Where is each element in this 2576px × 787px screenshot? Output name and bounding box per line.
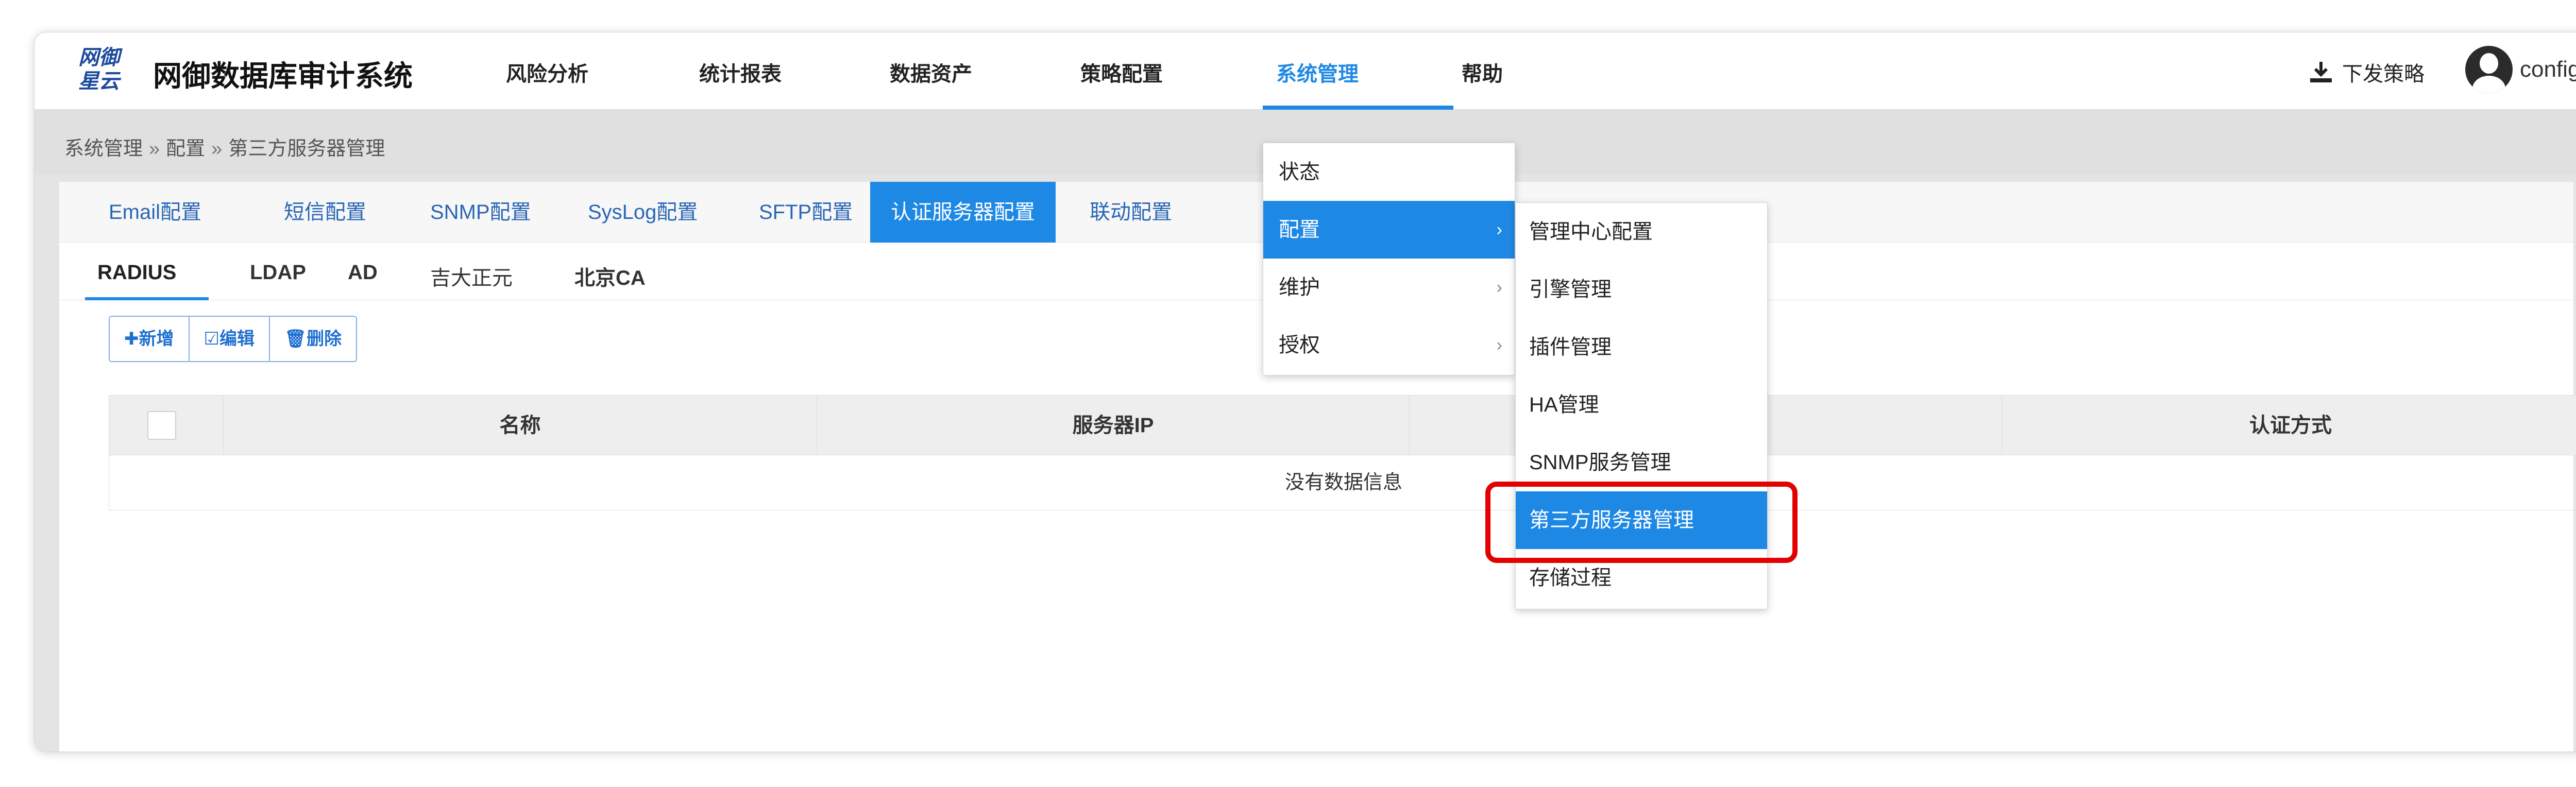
- breadcrumb-current: 第三方服务器管理: [228, 138, 385, 160]
- download-policy-label: 下发策略: [2342, 63, 2425, 85]
- delete-button[interactable]: 🗑删除: [269, 317, 357, 361]
- menu-item-label: 配置: [1279, 218, 1320, 241]
- column-header-server-ip[interactable]: 服务器IP: [817, 396, 1410, 455]
- menu-item-status[interactable]: 状态: [1263, 143, 1515, 201]
- empty-table-message: 没有数据信息: [1284, 472, 1402, 493]
- top-navbar: 网御 星云 网御数据库审计系统 风险分析 统计报表 数据资产 策略配置 系统管理…: [35, 32, 2576, 110]
- subtab-radius[interactable]: RADIUS: [97, 261, 176, 284]
- menu-item-label: 授权: [1279, 334, 1320, 356]
- chevron-right-icon: ›: [1496, 220, 1502, 239]
- select-all-column: [109, 396, 224, 455]
- submenu-item-management-center-config[interactable]: 管理中心配置: [1516, 203, 1767, 261]
- tab-email-config[interactable]: Email配置: [88, 182, 222, 243]
- breadcrumb: 系统管理» 配置» 第三方服务器管理: [64, 132, 385, 161]
- tab-syslog-config[interactable]: SysLog配置: [567, 182, 718, 243]
- menu-item-label: 维护: [1279, 276, 1320, 299]
- nav-policy-config[interactable]: 策略配置: [1080, 57, 1163, 87]
- highlight-annotation: [1485, 482, 1798, 563]
- chevron-right-icon: ›: [1496, 335, 1502, 355]
- menu-item-label: 状态: [1279, 161, 1320, 183]
- tab-snmp-config[interactable]: SNMP配置: [410, 182, 552, 243]
- submenu-item-plugin-management[interactable]: 插件管理: [1516, 318, 1767, 376]
- subtab-active-underline: [85, 297, 209, 300]
- data-table: 名称 服务器IP 认证方式 没有数据信息: [109, 395, 2576, 510]
- subtab-ad[interactable]: AD: [348, 261, 378, 284]
- select-all-checkbox[interactable]: [147, 411, 176, 440]
- subtab-jida-zhengyuan[interactable]: 吉大正元: [430, 261, 513, 291]
- nav-data-assets[interactable]: 数据资产: [890, 57, 972, 87]
- download-icon: [2310, 62, 2332, 82]
- app-title: 网御数据库审计系统: [153, 60, 413, 92]
- user-menu[interactable]: config: [2465, 46, 2576, 93]
- subtab-ldap[interactable]: LDAP: [250, 261, 306, 284]
- app-window: 网御 星云 网御数据库审计系统 风险分析 统计报表 数据资产 策略配置 系统管理…: [34, 32, 2576, 752]
- submenu-item-engine-management[interactable]: 引擎管理: [1516, 261, 1767, 318]
- avatar-icon: [2465, 46, 2513, 93]
- table-header: 名称 服务器IP 认证方式: [109, 396, 2576, 455]
- column-header-auth-method[interactable]: 认证方式: [2002, 396, 2576, 455]
- tab-linkage-config[interactable]: 联动配置: [1069, 182, 1193, 243]
- tab-sms-config[interactable]: 短信配置: [263, 182, 387, 243]
- breadcrumb-item[interactable]: 系统管理: [64, 138, 143, 160]
- nav-statistics-report[interactable]: 统计报表: [699, 57, 782, 87]
- user-name: config: [2520, 57, 2576, 82]
- menu-item-config[interactable]: 配置 ›: [1263, 201, 1515, 259]
- column-header-name[interactable]: 名称: [224, 396, 817, 455]
- logo-line-1: 网御: [78, 46, 120, 69]
- submenu-item-ha-management[interactable]: HA管理: [1516, 376, 1767, 434]
- subtab-beijing-ca[interactable]: 北京CA: [574, 261, 646, 291]
- menu-item-maintenance[interactable]: 维护 ›: [1263, 259, 1515, 316]
- system-management-dropdown: 状态 配置 › 维护 › 授权 ›: [1263, 143, 1515, 375]
- breadcrumb-item[interactable]: 配置: [166, 138, 205, 160]
- logo-line-2: 星云: [78, 70, 120, 93]
- nav-system-management[interactable]: 系统管理: [1276, 57, 1359, 87]
- breadcrumb-separator: »: [211, 138, 223, 160]
- menu-item-authorization[interactable]: 授权 ›: [1263, 316, 1515, 374]
- logo-icon: 网御 星云: [76, 46, 122, 95]
- nav-risk-analysis[interactable]: 风险分析: [506, 57, 588, 87]
- edit-button[interactable]: ☑编辑: [189, 317, 270, 361]
- chevron-right-icon: ›: [1496, 278, 1502, 297]
- breadcrumb-separator: »: [149, 138, 160, 160]
- tab-sftp-config[interactable]: SFTP配置: [738, 182, 873, 243]
- nav-help[interactable]: 帮助: [1462, 57, 1503, 87]
- add-button[interactable]: ✚新增: [110, 317, 190, 361]
- download-policy-button[interactable]: 下发策略: [2309, 57, 2425, 87]
- nav-active-underline: [1263, 106, 1453, 110]
- toolbar: ✚新增 ☑编辑 🗑删除: [109, 316, 358, 362]
- tab-auth-server-config[interactable]: 认证服务器配置: [870, 182, 1056, 243]
